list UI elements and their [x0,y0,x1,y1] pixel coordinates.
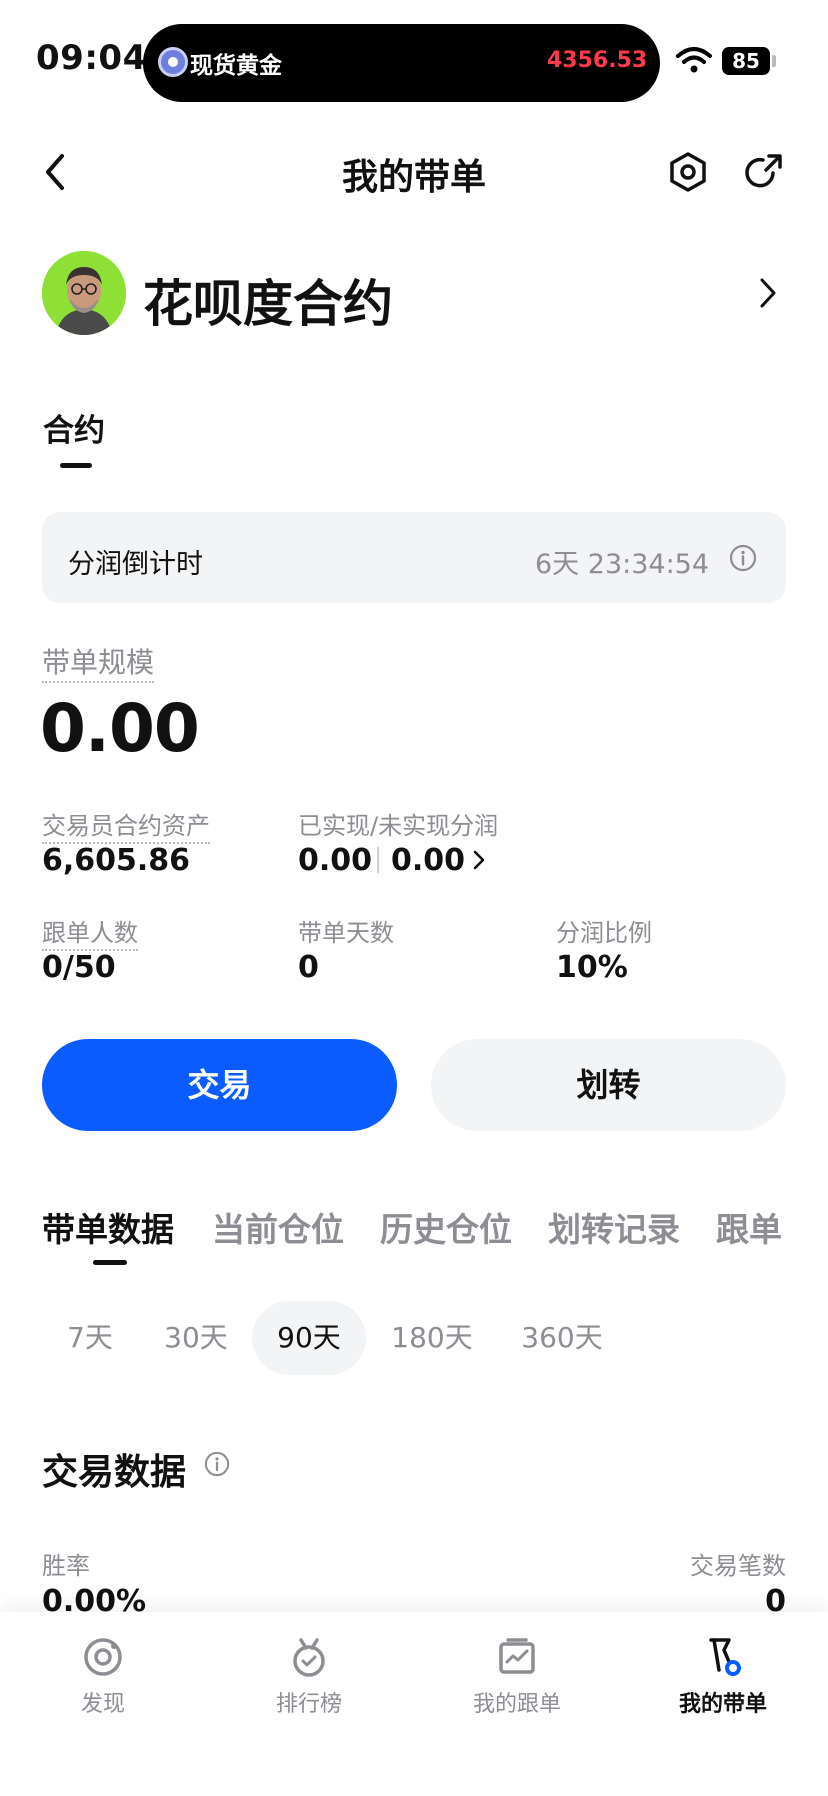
nav-label-leaderboard: 排行榜 [275,1692,342,1717]
countdown-label: 分润倒计时 [68,549,203,580]
info-icon[interactable] [729,544,757,572]
tab-current-positions[interactable]: 当前仓位 [212,1203,344,1251]
tab-contract[interactable]: 合约 [43,405,105,450]
tab-lead-data[interactable]: 带单数据 [42,1203,174,1251]
profile-name[interactable]: 花呗度合约 [143,264,393,336]
lead-days-value: 0 [298,950,319,985]
tab-transfer-records[interactable]: 划转记录 [548,1203,680,1251]
trade-button[interactable]: 交易 [42,1039,397,1131]
period-180d[interactable]: 180天 [380,1301,484,1375]
trade-data-title: 交易数据 [42,1452,187,1493]
flag-icon [709,1638,741,1676]
battery-tip [772,55,776,67]
lead-scale-value: 0.00 [40,690,200,767]
win-rate-label: 胜率 [42,1552,90,1580]
trader-assets-value: 6,605.86 [42,843,191,878]
gold-ticker-logo-icon [158,47,188,77]
island-ticker-price: 4356.53 [547,48,648,73]
nav-label-my-leads: 我的带单 [678,1692,767,1717]
lead-scale-label-text: 带单规模 [42,646,155,683]
share-icon[interactable] [743,151,785,193]
info-icon[interactable] [204,1451,230,1477]
period-360d[interactable]: 360天 [508,1301,616,1375]
chevron-right-small-icon[interactable] [472,849,486,871]
status-time: 09:04 [36,38,147,78]
nav-item-leaderboard[interactable]: 排行榜 [234,1636,384,1718]
trade-count-label: 交易笔数 [690,1552,786,1580]
nav-item-my-follows[interactable]: 我的跟单 [442,1636,592,1718]
tab-active-indicator [60,463,92,468]
value-divider [377,847,379,873]
section-tab-indicator [93,1260,127,1265]
chevron-right-icon[interactable] [757,276,779,310]
transfer-button[interactable]: 划转 [431,1039,786,1131]
nav-label-my-follows: 我的跟单 [472,1692,561,1717]
lead-days-label: 带单天数 [298,919,394,947]
share-ratio-label: 分润比例 [556,919,652,947]
unrealized-profit-share[interactable]: 0.00 [391,843,465,878]
followers-label[interactable]: 跟单人数 [42,913,138,951]
profit-share-label: 已实现/未实现分润 [298,812,499,840]
nav-item-my-leads[interactable]: 我的带单 [648,1636,798,1718]
settings-hexagon-icon[interactable] [667,151,709,193]
discover-icon [84,1638,122,1676]
nav-label-discover: 发现 [80,1692,125,1717]
tab-history-positions[interactable]: 历史仓位 [380,1203,512,1251]
tab-followers[interactable]: 跟单 [716,1203,782,1251]
period-90d[interactable]: 90天 [252,1301,366,1375]
period-30d[interactable]: 30天 [150,1301,242,1375]
battery-icon: 85 [722,47,770,75]
medal-icon [293,1638,325,1677]
countdown-value: 6天 23:34:54 [535,549,710,580]
period-7d[interactable]: 7天 [52,1301,128,1375]
island-ticker-name: 现货黄金 [190,53,282,79]
realized-profit-share[interactable]: 0.00 [298,843,372,878]
chart-board-icon [499,1638,535,1674]
avatar[interactable] [42,251,126,335]
followers-value: 0/50 [42,950,116,985]
nav-item-discover[interactable]: 发现 [28,1636,178,1718]
followers-label-text: 跟单人数 [42,919,138,951]
wifi-icon [676,47,712,73]
trader-assets-label-text: 交易员合约资产 [42,812,210,844]
avatar-portrait-icon [42,251,126,335]
share-ratio-value: 10% [556,950,628,985]
lead-scale-label[interactable]: 带单规模 [42,641,155,683]
trader-assets-label[interactable]: 交易员合约资产 [42,806,210,844]
